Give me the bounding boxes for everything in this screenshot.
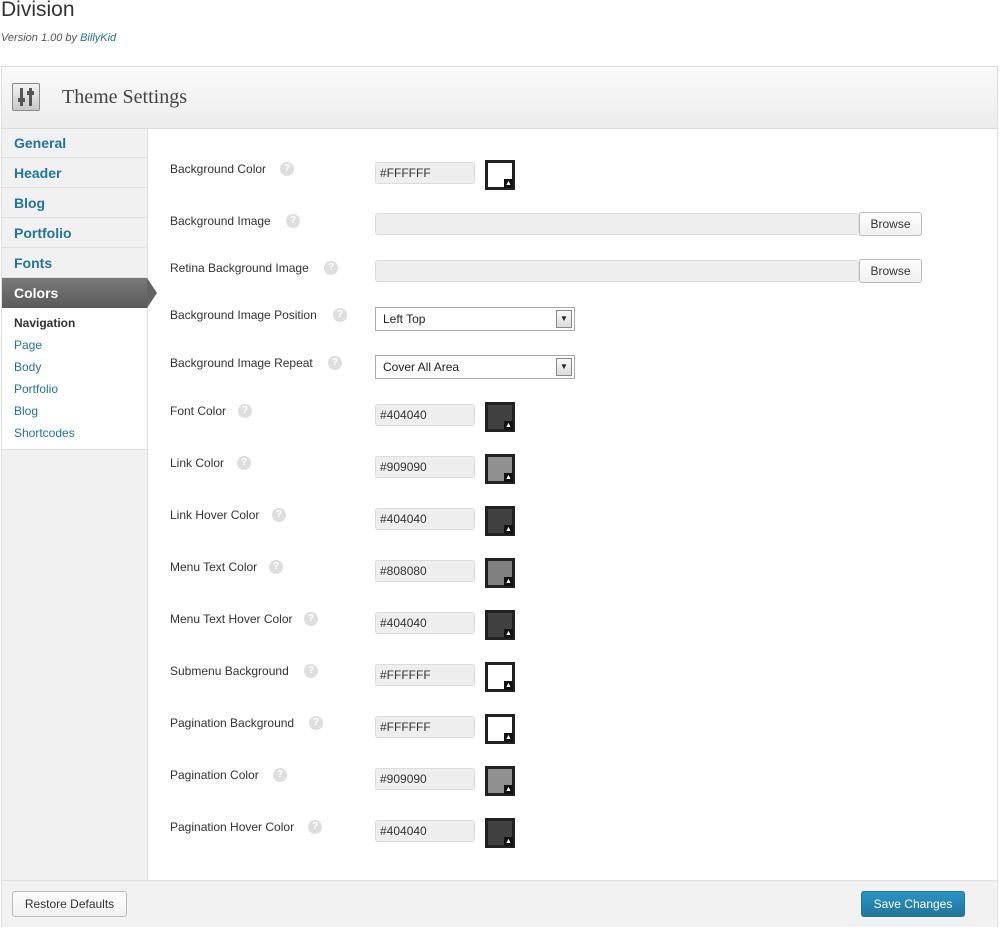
sidebar-item-colors[interactable]: Colors [2, 278, 157, 308]
sidebar-nav: General Header Blog Portfolio Fonts Colo… [2, 129, 157, 880]
pagination-background-swatch[interactable]: ▲ [485, 714, 515, 744]
background-image-position-select[interactable]: Left Top ▼ [375, 307, 575, 331]
link-hover-color-swatch[interactable]: ▲ [485, 506, 515, 536]
retina-background-image-browse-button[interactable]: Browse [859, 259, 922, 283]
select-value: Left Top [383, 312, 426, 326]
help-icon[interactable]: ? [280, 162, 294, 176]
background-color-input[interactable] [375, 162, 475, 184]
subnav-item-page[interactable]: Page [14, 338, 42, 352]
picker-arrow-icon: ▲ [504, 733, 513, 742]
sidebar-item-blog[interactable]: Blog [2, 189, 147, 218]
pagination-color-label: Pagination Color [170, 768, 259, 782]
version-text: Version 1.00 by [1, 32, 78, 44]
sidebar-item-header[interactable]: Header [2, 159, 147, 188]
menu-text-hover-color-input[interactable] [375, 612, 475, 634]
retina-background-image-input[interactable] [375, 260, 859, 282]
link-color-label: Link Color [170, 456, 225, 470]
theme-version: Version 1.00 by BillyKid [1, 32, 116, 44]
help-icon[interactable]: ? [286, 214, 300, 228]
picker-arrow-icon: ▲ [504, 629, 513, 638]
menu-text-color-input[interactable] [375, 560, 475, 582]
background-image-position-label: Background Image Position [170, 308, 317, 322]
save-changes-button[interactable]: Save Changes [861, 891, 965, 917]
help-icon[interactable]: ? [237, 456, 251, 470]
help-icon[interactable]: ? [273, 768, 287, 782]
picker-arrow-icon: ▲ [504, 837, 513, 846]
menu-text-hover-color-swatch[interactable]: ▲ [485, 610, 515, 640]
background-image-browse-button[interactable]: Browse [859, 212, 922, 236]
settings-sliders-icon [12, 83, 40, 111]
panel-title: Theme Settings [62, 86, 187, 108]
select-value: Cover All Area [383, 360, 460, 374]
menu-text-hover-color-label: Menu Text Hover Color [170, 612, 293, 626]
menu-text-color-label: Menu Text Color [170, 560, 258, 574]
help-icon[interactable]: ? [324, 261, 338, 275]
picker-arrow-icon: ▲ [504, 421, 513, 430]
panel-header: Theme Settings [2, 67, 997, 129]
background-color-swatch[interactable]: ▲ [485, 160, 515, 190]
background-image-repeat-label: Background Image Repeat [170, 356, 313, 370]
chevron-down-icon: ▼ [556, 310, 572, 328]
help-icon[interactable]: ? [308, 820, 322, 834]
link-hover-color-input[interactable] [375, 508, 475, 530]
chevron-down-icon: ▼ [556, 358, 572, 376]
help-icon[interactable]: ? [238, 404, 252, 418]
picker-arrow-icon: ▲ [504, 681, 513, 690]
colors-subnav: Navigation Page Body Portfolio Blog Shor… [2, 308, 147, 450]
sidebar-item-general[interactable]: General [2, 129, 147, 158]
background-image-label: Background Image [170, 214, 271, 228]
retina-background-image-label: Retina Background Image [170, 261, 309, 275]
font-color-swatch[interactable]: ▲ [485, 402, 515, 432]
sidebar-item-label: Colors [14, 285, 59, 301]
font-color-input[interactable] [375, 404, 475, 426]
menu-text-color-swatch[interactable]: ▲ [485, 558, 515, 588]
theme-title: Division [1, 0, 75, 21]
subnav-item-blog[interactable]: Blog [14, 404, 38, 418]
help-icon[interactable]: ? [304, 664, 318, 678]
picker-arrow-icon: ▲ [504, 179, 513, 188]
picker-arrow-icon: ▲ [504, 577, 513, 586]
subnav-item-portfolio[interactable]: Portfolio [14, 382, 58, 396]
help-icon[interactable]: ? [333, 308, 347, 322]
help-icon[interactable]: ? [269, 560, 283, 574]
link-color-swatch[interactable]: ▲ [485, 454, 515, 484]
link-hover-color-label: Link Hover Color [170, 508, 260, 522]
submenu-background-label: Submenu Background [170, 664, 289, 678]
author-link[interactable]: BillyKid [80, 32, 116, 44]
background-color-label: Background Color [170, 162, 267, 176]
subnav-item-navigation[interactable]: Navigation [14, 316, 75, 330]
help-icon[interactable]: ? [304, 612, 318, 626]
restore-defaults-button[interactable]: Restore Defaults [12, 891, 127, 917]
subnav-item-shortcodes[interactable]: Shortcodes [14, 426, 75, 440]
pagination-color-swatch[interactable]: ▲ [485, 766, 515, 796]
pagination-background-label: Pagination Background [170, 716, 295, 730]
help-icon[interactable]: ? [309, 716, 323, 730]
help-icon[interactable]: ? [272, 508, 286, 522]
link-color-input[interactable] [375, 456, 475, 478]
sidebar-item-fonts[interactable]: Fonts [2, 249, 147, 278]
picker-arrow-icon: ▲ [504, 785, 513, 794]
subnav-item-body[interactable]: Body [14, 360, 41, 374]
pagination-background-input[interactable] [375, 716, 475, 738]
settings-panel: Theme Settings General Header Blog Portf… [1, 66, 998, 927]
pagination-hover-color-label: Pagination Hover Color [170, 820, 295, 834]
help-icon[interactable]: ? [328, 356, 342, 370]
submenu-background-input[interactable] [375, 664, 475, 686]
font-color-label: Font Color [170, 404, 227, 418]
picker-arrow-icon: ▲ [504, 473, 513, 482]
submenu-background-swatch[interactable]: ▲ [485, 662, 515, 692]
pagination-hover-color-input[interactable] [375, 820, 475, 842]
picker-arrow-icon: ▲ [504, 525, 513, 534]
pagination-hover-color-swatch[interactable]: ▲ [485, 818, 515, 848]
sidebar-item-portfolio[interactable]: Portfolio [2, 219, 147, 248]
background-image-repeat-select[interactable]: Cover All Area ▼ [375, 355, 575, 379]
panel-footer: Restore Defaults Save Changes [2, 880, 997, 927]
pagination-color-input[interactable] [375, 768, 475, 790]
background-image-input[interactable] [375, 213, 859, 235]
active-arrow-icon [147, 278, 157, 308]
